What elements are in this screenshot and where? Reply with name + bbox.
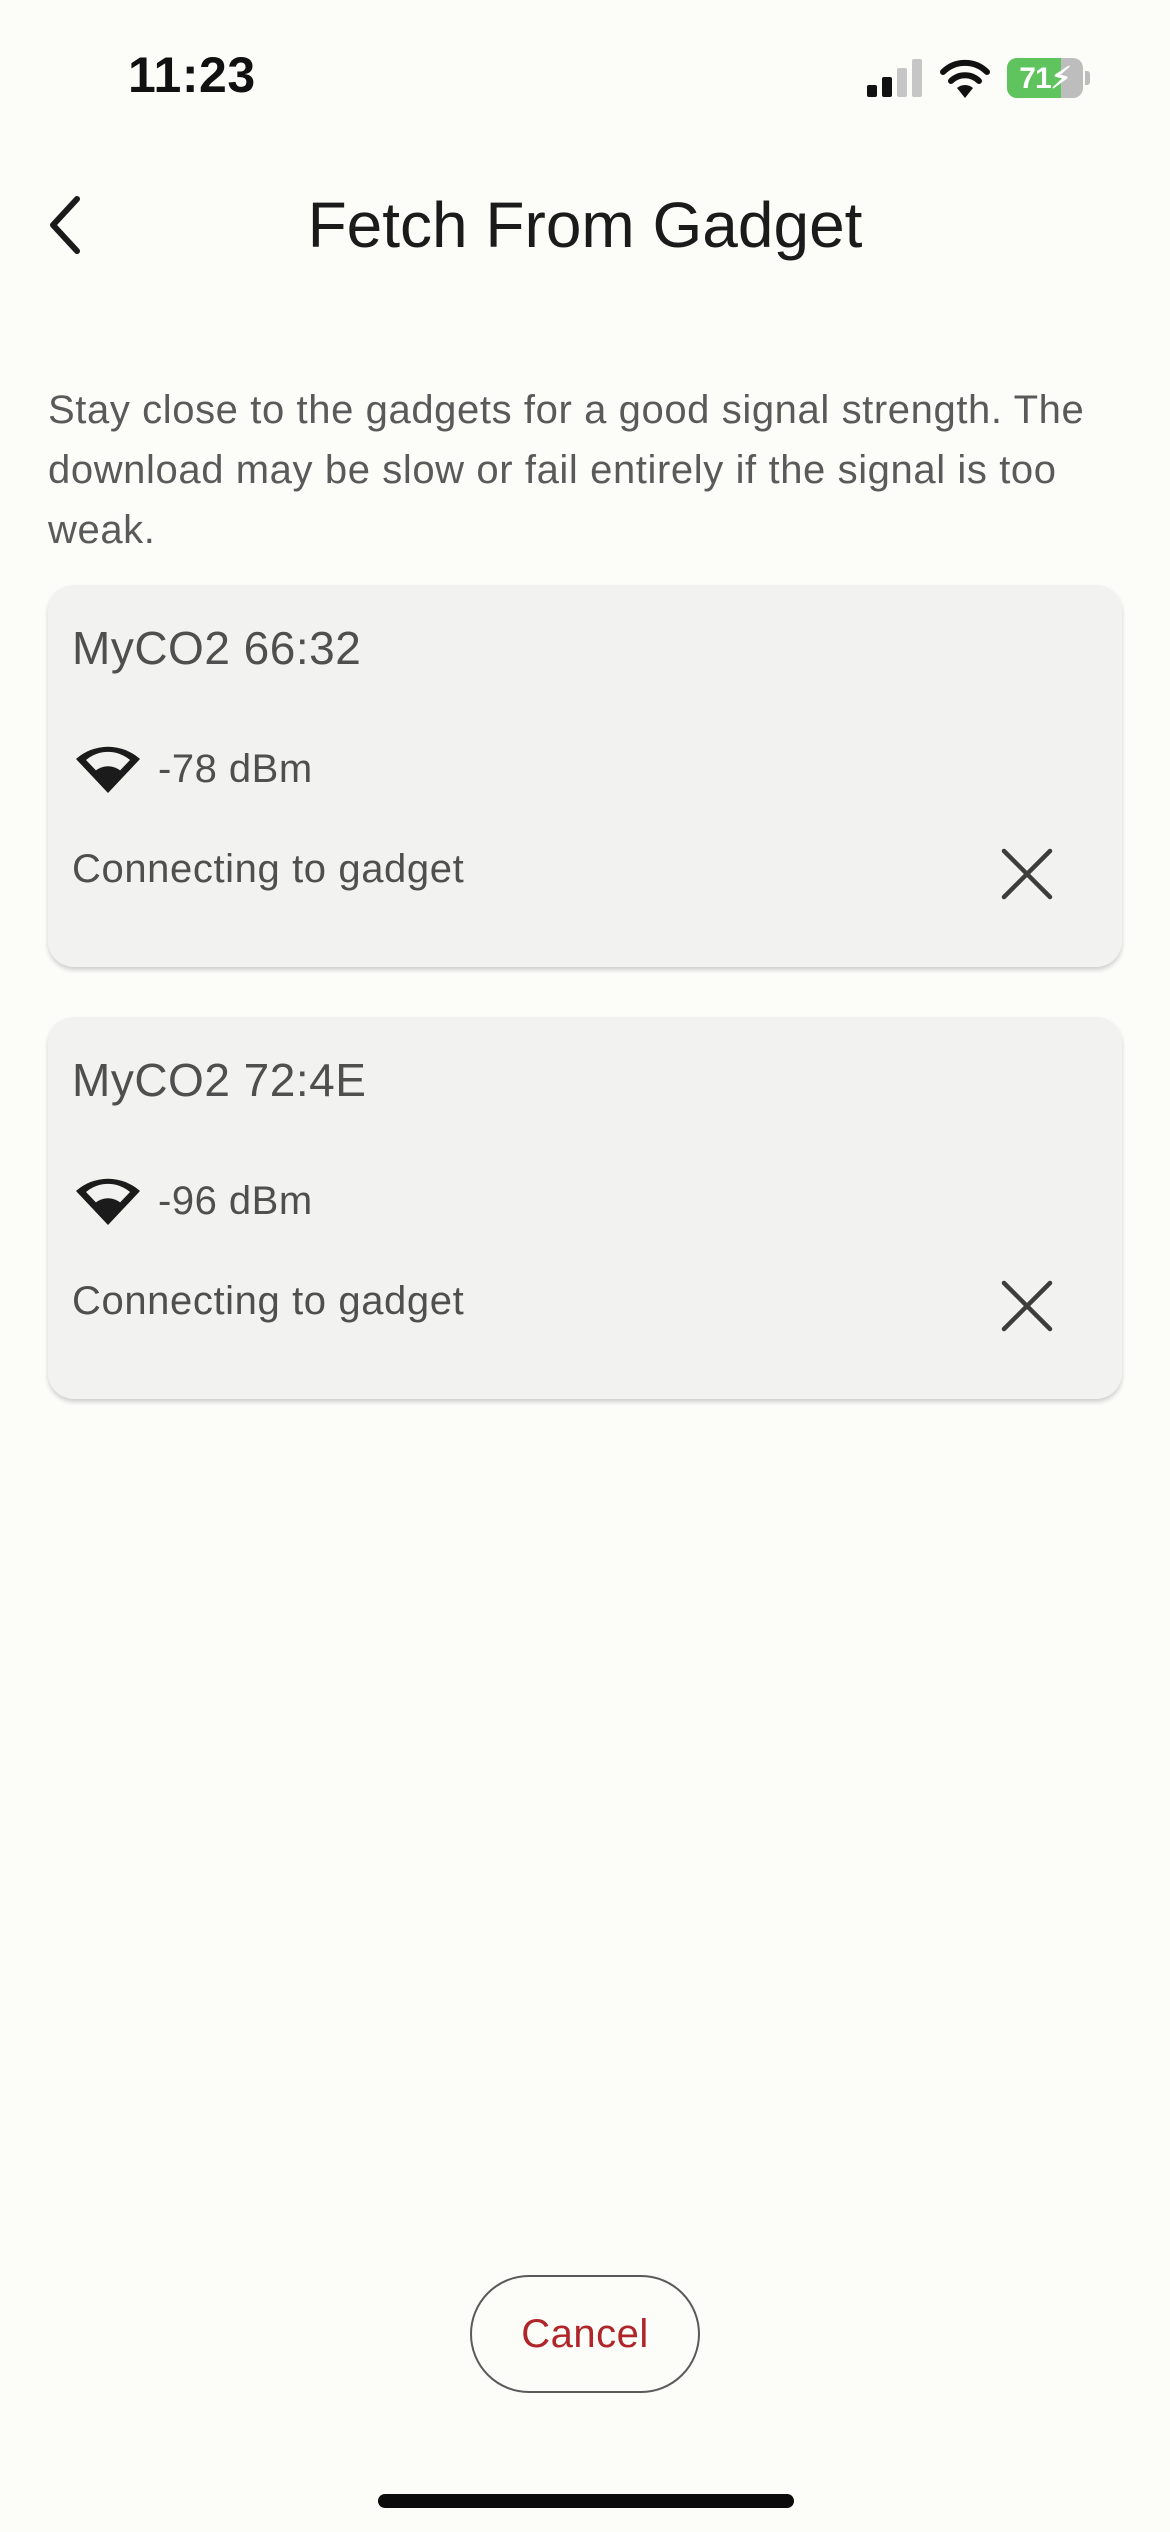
gadget-name: MyCO2 72:4E — [72, 1054, 367, 1106]
wifi-signal-icon — [76, 746, 140, 793]
cancel-button[interactable]: Cancel — [470, 2275, 700, 2393]
gadget-name: MyCO2 66:32 — [72, 622, 362, 674]
home-indicator — [378, 2494, 794, 2508]
signal-strength: -96 dBm — [158, 1178, 313, 1223]
battery-percent: 71⚡︎ — [1019, 61, 1072, 95]
cellular-signal-icon — [867, 59, 922, 97]
charging-bolt-icon: ⚡︎ — [1050, 61, 1072, 95]
signal-row: -78 dBm — [72, 739, 313, 799]
close-icon — [1001, 1280, 1053, 1332]
wifi-signal-icon — [76, 1178, 140, 1225]
nav-bar: Fetch From Gadget — [0, 170, 1170, 280]
close-button[interactable] — [994, 1273, 1060, 1339]
battery-tip — [1085, 71, 1090, 85]
gadget-status: Connecting to gadget — [72, 847, 465, 891]
signal-strength: -78 dBm — [158, 746, 313, 791]
page-title: Fetch From Gadget — [307, 189, 863, 261]
wifi-icon — [940, 59, 990, 98]
close-button[interactable] — [994, 841, 1060, 907]
status-icons: 71⚡︎ — [867, 56, 1090, 100]
status-time: 11:23 — [128, 47, 256, 103]
gadget-card: MyCO2 72:4E -96 dBm Connecting to gadget — [48, 1017, 1122, 1399]
battery-charging-icon: 71⚡︎ — [1007, 58, 1083, 98]
intro-text: Stay close to the gadgets for a good sig… — [48, 388, 1085, 552]
close-icon — [1001, 848, 1053, 900]
gadget-card: MyCO2 66:32 -78 dBm Connecting to gadget — [48, 585, 1122, 967]
gadget-status: Connecting to gadget — [72, 1279, 465, 1323]
status-bar: 11:23 71⚡︎ — [0, 0, 1170, 150]
signal-row: -96 dBm — [72, 1171, 313, 1231]
